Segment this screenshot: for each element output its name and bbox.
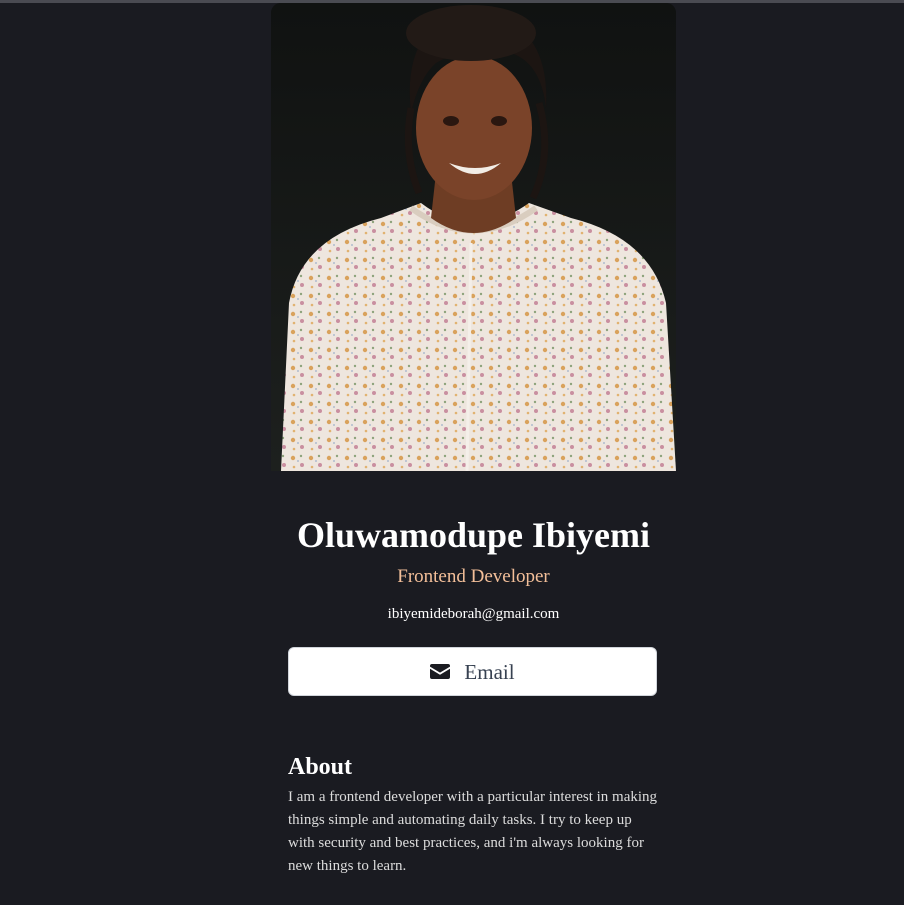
profile-email: ibiyemideborah@gmail.com — [387, 606, 560, 622]
email-button-label: Email — [464, 659, 515, 684]
about-text: I am a frontend developer with a particu… — [288, 789, 658, 874]
email-button[interactable]: Email — [288, 647, 657, 696]
profile-role: Frontend Developer — [397, 566, 550, 587]
profile-name: Oluwamodupe Ibiyemi — [296, 515, 651, 555]
profile-photo — [271, 3, 676, 471]
envelope-icon — [430, 664, 451, 679]
profile-card: Oluwamodupe Ibiyemi Frontend Developer i… — [271, 3, 676, 874]
about-heading: About — [288, 754, 353, 780]
